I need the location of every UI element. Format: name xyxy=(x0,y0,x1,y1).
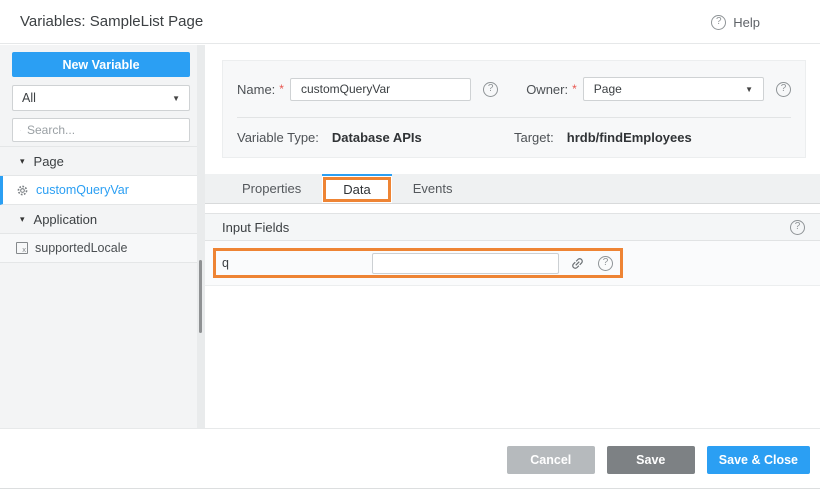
field-row-highlight: q ? xyxy=(213,248,623,278)
input-field-row: q ? xyxy=(205,241,820,286)
dialog-header: Variables: SampleList Page ? Help xyxy=(0,0,820,44)
scrollbar-thumb[interactable] xyxy=(199,260,202,333)
save-and-close-button[interactable]: Save & Close xyxy=(707,446,810,474)
owner-help-icon[interactable]: ? xyxy=(776,82,791,97)
tab-label: Events xyxy=(413,181,453,196)
bind-link-icon[interactable] xyxy=(570,256,585,271)
tab-properties[interactable]: Properties xyxy=(221,174,322,203)
help-label: Help xyxy=(733,15,760,30)
input-fields-help-icon[interactable]: ? xyxy=(790,220,805,235)
sidebar-divider xyxy=(197,45,205,429)
tab-events[interactable]: Events xyxy=(392,174,474,203)
detail-tabbar: Properties Data Events xyxy=(205,174,820,204)
name-help-icon[interactable]: ? xyxy=(483,82,498,97)
gear-icon xyxy=(16,184,29,197)
field-q-input[interactable] xyxy=(372,253,559,274)
cancel-button[interactable]: Cancel xyxy=(507,446,595,474)
required-marker: * xyxy=(572,82,577,96)
target-label: Target: xyxy=(514,130,554,145)
section-title: Input Fields xyxy=(222,220,289,235)
tree-item-customqueryvar[interactable]: customQueryVar xyxy=(0,176,197,205)
search-input[interactable] xyxy=(27,123,182,137)
target-value: hrdb/findEmployees xyxy=(567,130,692,145)
variable-type-label: Variable Type: xyxy=(237,130,319,145)
required-marker: * xyxy=(279,82,284,96)
help-button[interactable]: ? Help xyxy=(711,0,760,44)
dialog-footer: Cancel Save Save & Close xyxy=(0,428,820,488)
save-button[interactable]: Save xyxy=(607,446,695,474)
field-help-icon[interactable]: ? xyxy=(598,256,613,271)
tree-group-application[interactable]: ▾ Application xyxy=(0,205,197,234)
dialog-body: New Variable All ▼ ▾ Page xyxy=(0,45,820,429)
variable-name-input[interactable] xyxy=(290,78,471,101)
owner-select[interactable]: Page ▼ xyxy=(583,77,764,101)
tab-data[interactable]: Data xyxy=(322,174,391,203)
tree-item-supportedlocale[interactable]: x supportedLocale xyxy=(0,234,197,263)
tree-item-label: customQueryVar xyxy=(36,183,129,197)
caret-down-icon: ▾ xyxy=(20,214,25,225)
variables-dialog: Variables: SampleList Page ? Help New Va… xyxy=(0,0,820,489)
help-circle-icon: ? xyxy=(711,15,726,30)
input-fields-header: Input Fields ? xyxy=(205,213,820,241)
variable-filter-select[interactable]: All ▼ xyxy=(12,85,190,111)
owner-label: Owner: xyxy=(526,82,568,97)
variable-detail-pane: Name: * ? Owner: * Page ▼ ? Variable Typ… xyxy=(205,45,820,429)
variable-type-value: Database APIs xyxy=(332,130,422,145)
page-title: Variables: SampleList Page xyxy=(20,0,203,44)
variable-search-box[interactable] xyxy=(12,118,190,142)
tab-label: Data xyxy=(343,182,370,197)
locale-icon: x xyxy=(16,242,28,254)
tab-label: Properties xyxy=(242,181,301,196)
tree-group-label: Page xyxy=(34,154,64,169)
dropdown-arrow-icon: ▼ xyxy=(172,94,180,103)
variable-tree: ▾ Page customQueryVar ▾ Application x su… xyxy=(0,146,197,263)
variables-sidebar: New Variable All ▼ ▾ Page xyxy=(0,45,197,429)
owner-selected-value: Page xyxy=(594,82,622,96)
new-variable-button[interactable]: New Variable xyxy=(12,52,190,77)
filter-selected-value: All xyxy=(22,91,36,105)
field-label-q: q xyxy=(222,256,372,270)
tree-group-page[interactable]: ▾ Page xyxy=(0,147,197,176)
variable-summary-panel: Name: * ? Owner: * Page ▼ ? Variable Typ… xyxy=(222,60,806,158)
tree-item-label: supportedLocale xyxy=(35,241,127,255)
search-icon xyxy=(20,124,21,137)
tree-group-label: Application xyxy=(34,212,98,227)
dropdown-arrow-icon: ▼ xyxy=(745,85,753,94)
caret-down-icon: ▾ xyxy=(20,156,25,167)
name-label: Name: xyxy=(237,82,275,97)
